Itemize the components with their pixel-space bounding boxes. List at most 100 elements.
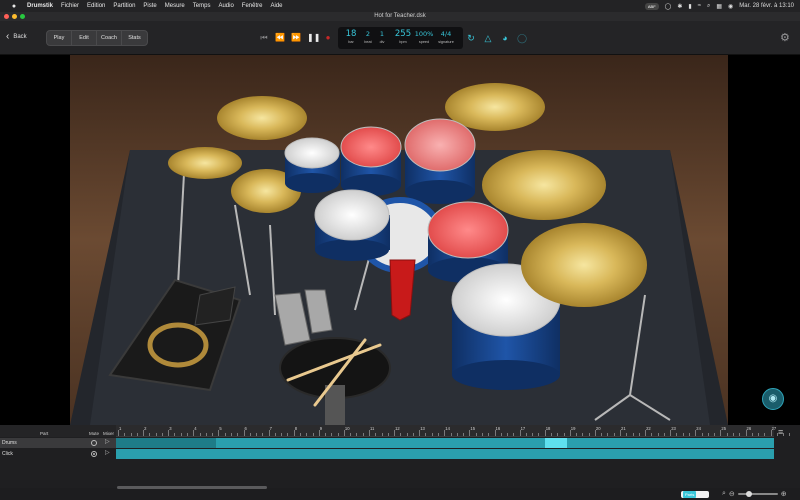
ruler-tick [193, 430, 195, 436]
menu-fichier[interactable]: Fichier [61, 3, 79, 9]
ruler-bar-number: 1 [119, 426, 122, 431]
menu-clock[interactable]: Mar. 28 févr. à 13:10 [739, 3, 794, 9]
speed-trainer-icon[interactable]: ◕ [500, 33, 510, 43]
zoom-knob[interactable] [745, 491, 752, 497]
ruler-bar-number: 10 [344, 426, 350, 431]
control-center-icon[interactable]: ▦ [716, 3, 722, 10]
ruler-tick [337, 433, 339, 436]
menu-audio[interactable]: Audio [218, 3, 233, 9]
tracks-header: Part Mute Mixer [0, 425, 116, 437]
tab-play[interactable]: Play [47, 31, 72, 45]
speed-value: 100% [414, 30, 434, 38]
menu-app[interactable]: Drumstik [27, 3, 53, 9]
tab-coach[interactable]: Coach [97, 31, 122, 45]
drum-kit-view[interactable] [70, 55, 728, 425]
ruler-tick [550, 433, 552, 436]
track-row-drums[interactable]: Drums ▷ [0, 438, 116, 448]
mute-toggle[interactable] [91, 451, 97, 457]
fast-forward-icon[interactable]: ⏩ [291, 33, 301, 43]
mixer-sliders-icon[interactable]: ≡ [778, 427, 783, 437]
search-icon[interactable]: ⌕ [707, 3, 710, 10]
settings-gear-icon[interactable]: ⚙ [780, 32, 792, 44]
apple-menu-icon[interactable]: ● [10, 3, 18, 10]
ruler-tick [513, 433, 515, 436]
drum-kit-icon[interactable]: ◉ [762, 388, 784, 410]
ruler-tick [594, 430, 596, 436]
track-name: Click [2, 451, 13, 457]
input-source-badge[interactable]: ABF [644, 2, 659, 10]
ruler-tick [136, 433, 138, 436]
back-button[interactable]: ‹ Back [6, 32, 27, 42]
ruler-tick [431, 433, 433, 436]
position-display: 18 bar 2 beat 1 div 255 bpm 100% speed 4… [338, 27, 463, 49]
menu-fenetre[interactable]: Fenêtre [242, 3, 263, 9]
menu-mesure[interactable]: Mesure [165, 3, 185, 9]
ruler-tick [268, 430, 270, 436]
pause-icon[interactable]: ❚❚ [307, 33, 320, 43]
parts-toggle[interactable]: Parts [681, 491, 709, 498]
zoom-in-icon[interactable]: ⊕ [781, 490, 787, 498]
ruler-tick [187, 433, 189, 436]
track-lane-click[interactable] [116, 449, 774, 459]
menu-bar: ● Drumstik Fichier Edition Partition Pis… [0, 0, 800, 12]
loop-icon[interactable]: ↻ [466, 33, 476, 43]
battery-icon[interactable]: ▮ [688, 3, 691, 10]
ruler-tick [745, 430, 747, 436]
ruler-tick [456, 433, 458, 436]
tab-stats[interactable]: Stats [122, 31, 147, 45]
ruler-tick [507, 433, 509, 436]
transport-controls: ⏮ ⏪ ⏩ ❚❚ ● [259, 33, 333, 43]
speed-cell[interactable]: 100% speed [414, 27, 434, 45]
speed-label: speed [418, 40, 430, 44]
ruler-tick [369, 430, 370, 436]
menu-partition[interactable]: Partition [113, 3, 135, 9]
ruler-tick [124, 433, 126, 436]
track-row-click[interactable]: Click ▷ [0, 449, 116, 459]
siri-icon[interactable]: ◉ [728, 3, 733, 10]
ruler-tick [726, 433, 728, 436]
mute-toggle[interactable] [91, 440, 97, 446]
playhead-marker[interactable] [544, 438, 567, 448]
signature-cell[interactable]: 4/4 signature [436, 27, 456, 45]
metronome-icon[interactable]: △ [483, 33, 493, 43]
ruler-tick [293, 430, 295, 436]
ruler-bar-number: 2 [144, 426, 147, 431]
wifi-icon[interactable]: ≈ [698, 3, 701, 9]
ruler-bar-number: 11 [370, 426, 375, 431]
rewind-icon[interactable]: ⏪ [275, 33, 285, 43]
menu-aide[interactable]: Aide [270, 3, 282, 9]
status-circle-icon[interactable]: ◯ [665, 3, 672, 10]
menu-piste[interactable]: Piste [143, 3, 156, 9]
track-lane-drums[interactable] [116, 438, 774, 448]
count-in-icon[interactable]: ◯ [517, 33, 527, 43]
menu-edition[interactable]: Edition [87, 3, 105, 9]
ruler-tick [143, 430, 145, 436]
ruler-tick [230, 433, 232, 436]
div-label: div [379, 40, 385, 44]
ruler-bar-number: 4 [194, 426, 197, 431]
tab-edit[interactable]: Edit [72, 31, 97, 45]
bottom-bar: Parts ⌕ ⊖ ⊕ [0, 489, 800, 500]
ruler-tick [488, 433, 490, 436]
speaker-icon[interactable]: ▷ [105, 449, 110, 456]
bluetooth-icon[interactable]: ✱ [677, 3, 682, 10]
ruler-tick [237, 433, 239, 436]
ruler-tick [306, 433, 308, 436]
ruler-bar-number: 21 [621, 426, 626, 431]
bar-ruler[interactable]: 1 2 3 4 5 6 7 8 9 10 11 12 13 14 15 16 17 18 19 20 21 22 23 24 2… [116, 425, 791, 437]
ruler-tick [318, 430, 320, 436]
beat-label: beat [364, 40, 372, 44]
speaker-icon[interactable]: ▷ [105, 438, 110, 445]
ruler-bar-number: 13 [420, 426, 425, 431]
zoom-out-icon[interactable]: ⊖ [729, 490, 735, 498]
ruler-tick [789, 433, 791, 436]
ruler-tick [218, 430, 220, 436]
parts-label: Parts [683, 491, 697, 498]
skip-to-start-icon[interactable]: ⏮ [259, 33, 269, 43]
ruler-tick [557, 433, 559, 436]
menu-temps[interactable]: Temps [193, 3, 211, 9]
beat-value: 2 [365, 30, 371, 38]
bpm-cell[interactable]: 255 bpm [394, 27, 412, 45]
record-icon[interactable]: ● [323, 33, 333, 43]
zoom-slider[interactable] [737, 491, 778, 497]
